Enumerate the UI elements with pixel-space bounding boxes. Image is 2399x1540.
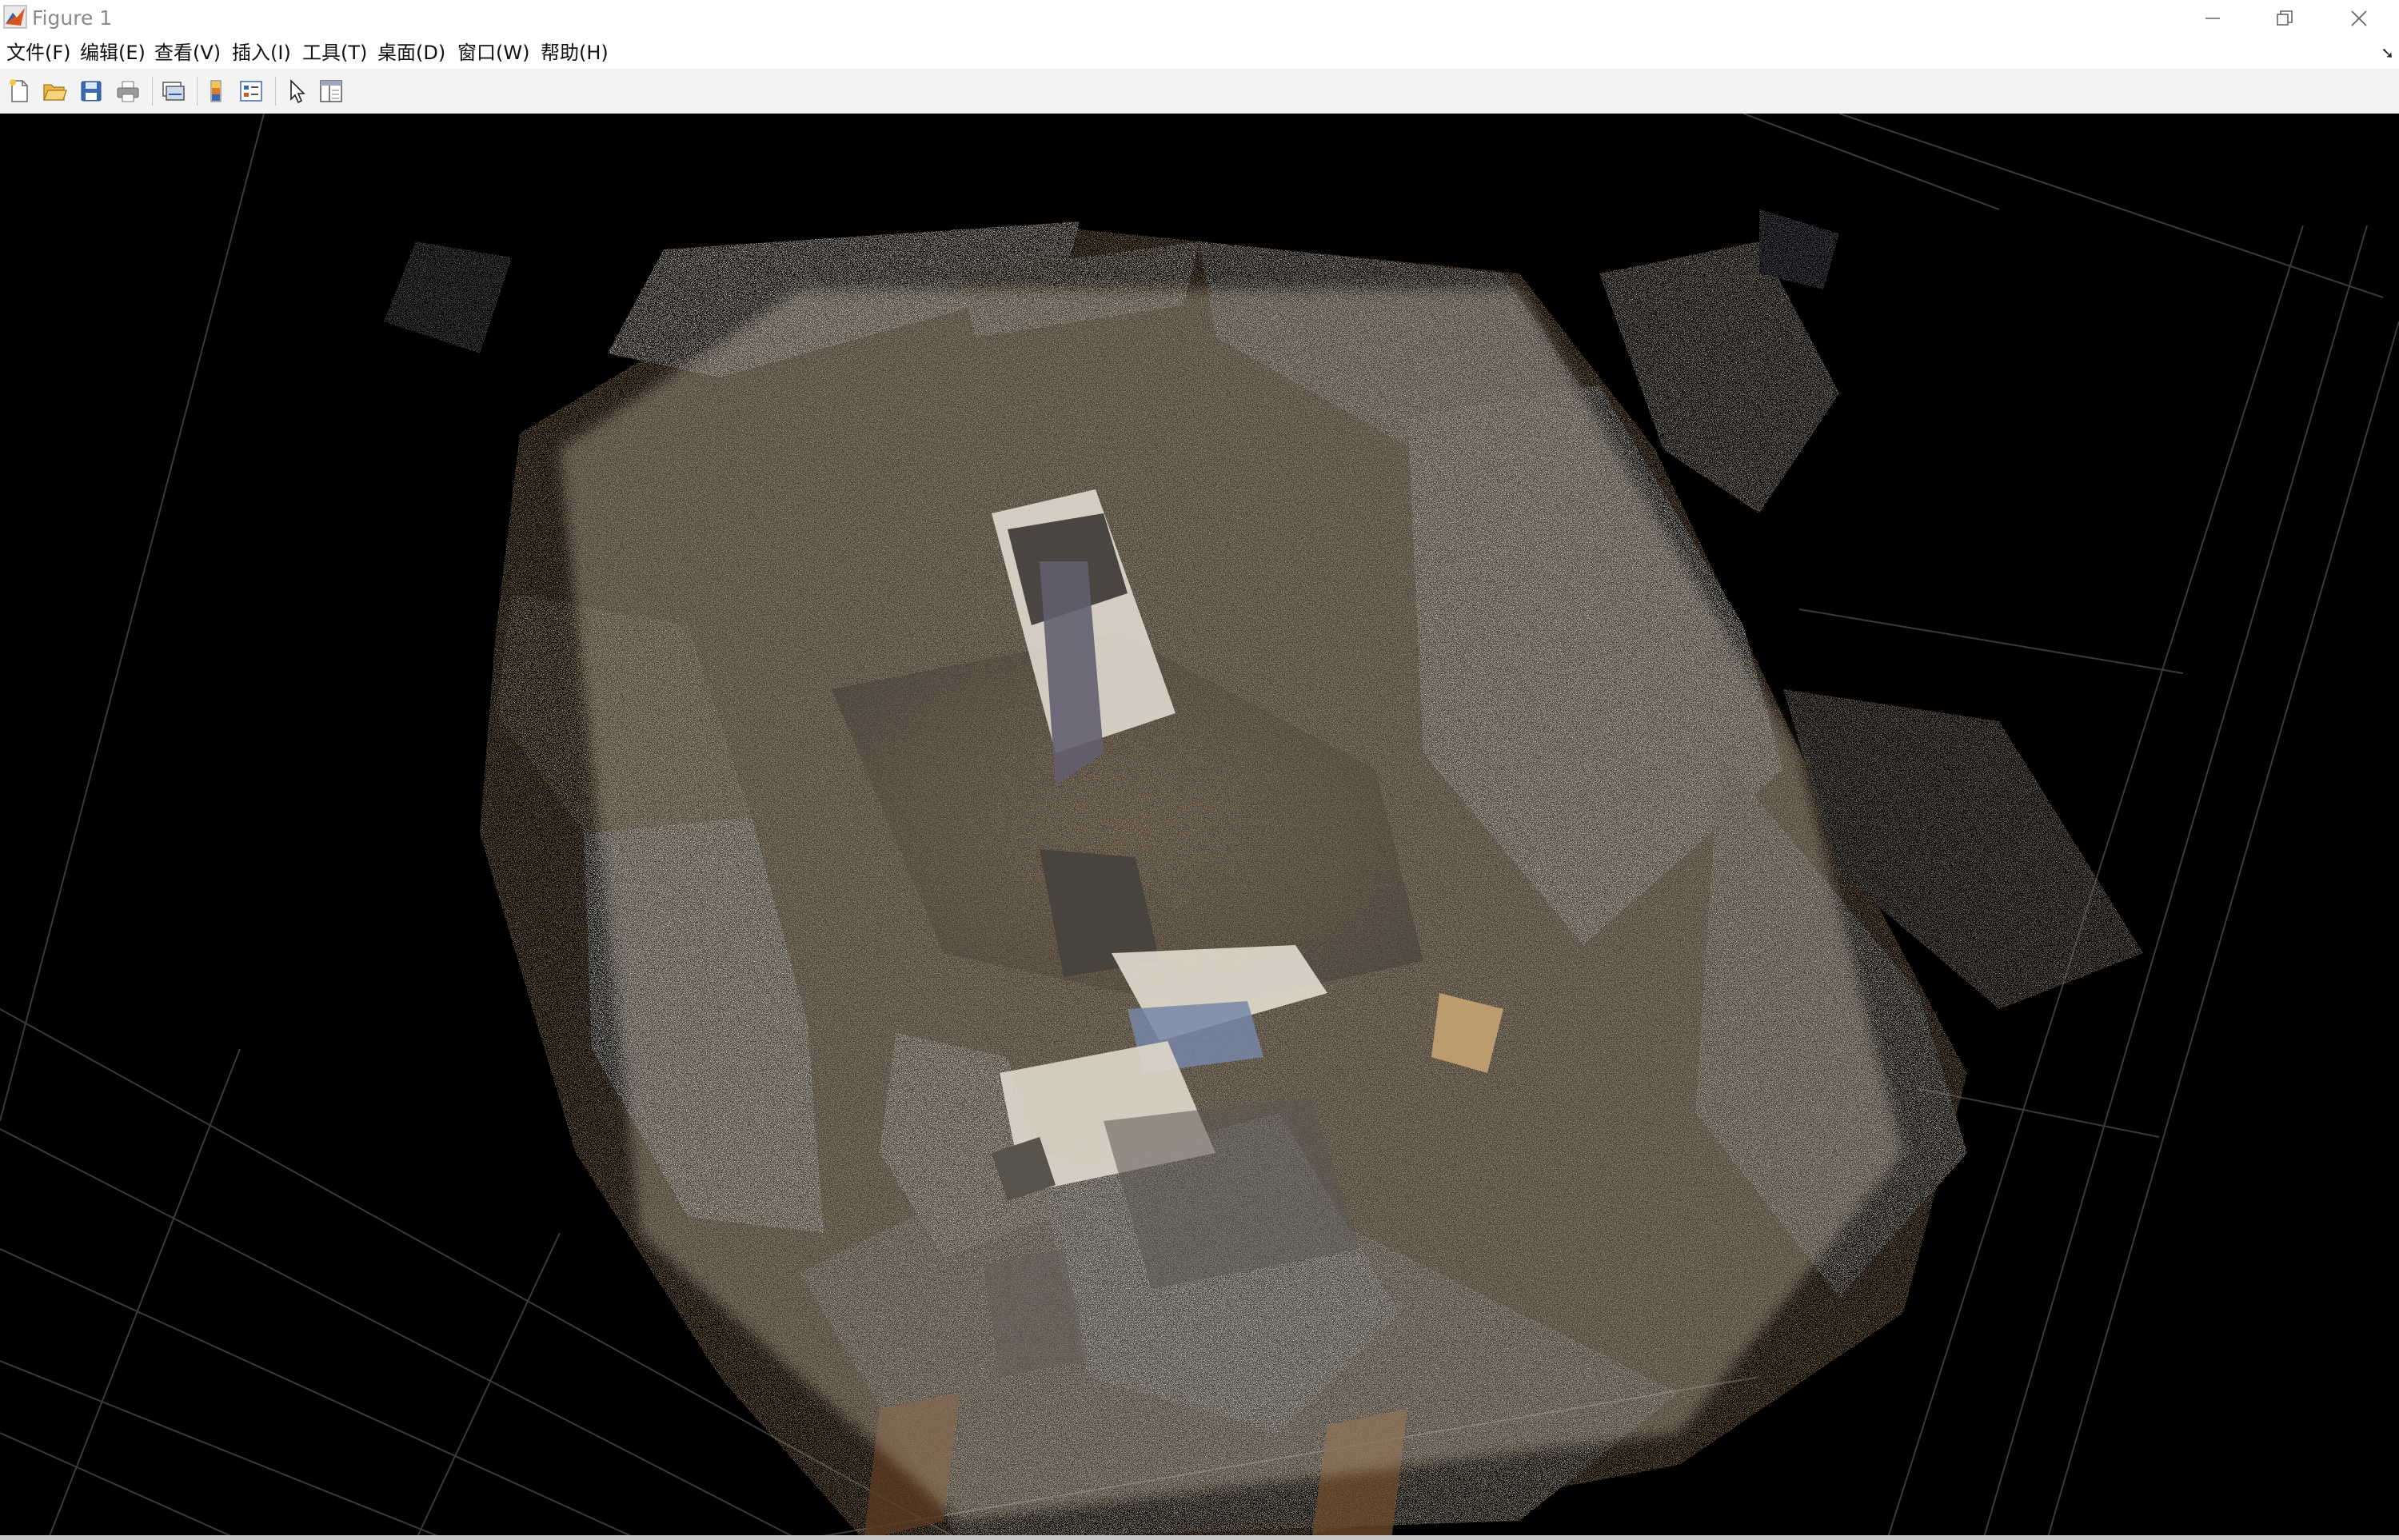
menu-insert[interactable]: 插入(I) [232, 37, 291, 69]
save-icon [81, 81, 102, 102]
property-editor-button[interactable] [315, 75, 347, 107]
figure-toolbar [0, 69, 2399, 114]
legend-icon [240, 81, 262, 102]
property-editor-icon [320, 80, 342, 102]
open-file-icon [43, 84, 67, 101]
new-figure-icon [10, 79, 28, 102]
restore-button[interactable] [2249, 0, 2321, 37]
new-figure-button[interactable] [3, 75, 35, 107]
close-button[interactable] [2323, 0, 2395, 37]
menu-view[interactable]: 查看(V) [154, 37, 221, 69]
link-plot-button[interactable] [157, 75, 189, 107]
open-file-button[interactable] [38, 75, 70, 107]
link-plot-icon [162, 82, 185, 101]
minimize-icon [2205, 18, 2220, 19]
point-cloud-view[interactable] [0, 114, 2399, 1540]
colorbar-button[interactable] [200, 75, 232, 107]
colorbar-icon [210, 80, 222, 102]
figure-axes[interactable] [0, 114, 2399, 1540]
toolbar-separator [197, 77, 198, 106]
menu-window[interactable]: 窗口(W) [457, 37, 529, 69]
close-icon [2351, 10, 2367, 26]
dock-figure-icon[interactable]: ➘ [2381, 43, 2394, 62]
menu-desktop[interactable]: 桌面(D) [377, 37, 445, 69]
matlab-app-icon [3, 5, 27, 29]
select-pointer-button[interactable] [281, 75, 313, 107]
menu-bar: 文件(F) 编辑(E) 查看(V) 插入(I) 工具(T) 桌面(D) 窗口(W… [0, 37, 2399, 69]
save-button[interactable] [75, 75, 107, 107]
print-button[interactable] [112, 75, 144, 107]
menu-tools[interactable]: 工具(T) [302, 37, 367, 69]
figure-status-strip [0, 1535, 2399, 1540]
minimize-button[interactable] [2177, 0, 2249, 37]
title-bar: Figure 1 [0, 0, 2399, 37]
restore-icon [2277, 10, 2293, 26]
select-pointer-icon [290, 79, 305, 104]
menu-edit[interactable]: 编辑(E) [80, 37, 146, 69]
menu-file[interactable]: 文件(F) [6, 37, 71, 69]
print-icon [117, 81, 139, 102]
legend-button[interactable] [235, 75, 267, 107]
window-title: Figure 1 [32, 6, 113, 30]
toolbar-separator [152, 77, 153, 106]
menu-help[interactable]: 帮助(H) [541, 37, 609, 69]
toolbar-separator [275, 77, 276, 106]
